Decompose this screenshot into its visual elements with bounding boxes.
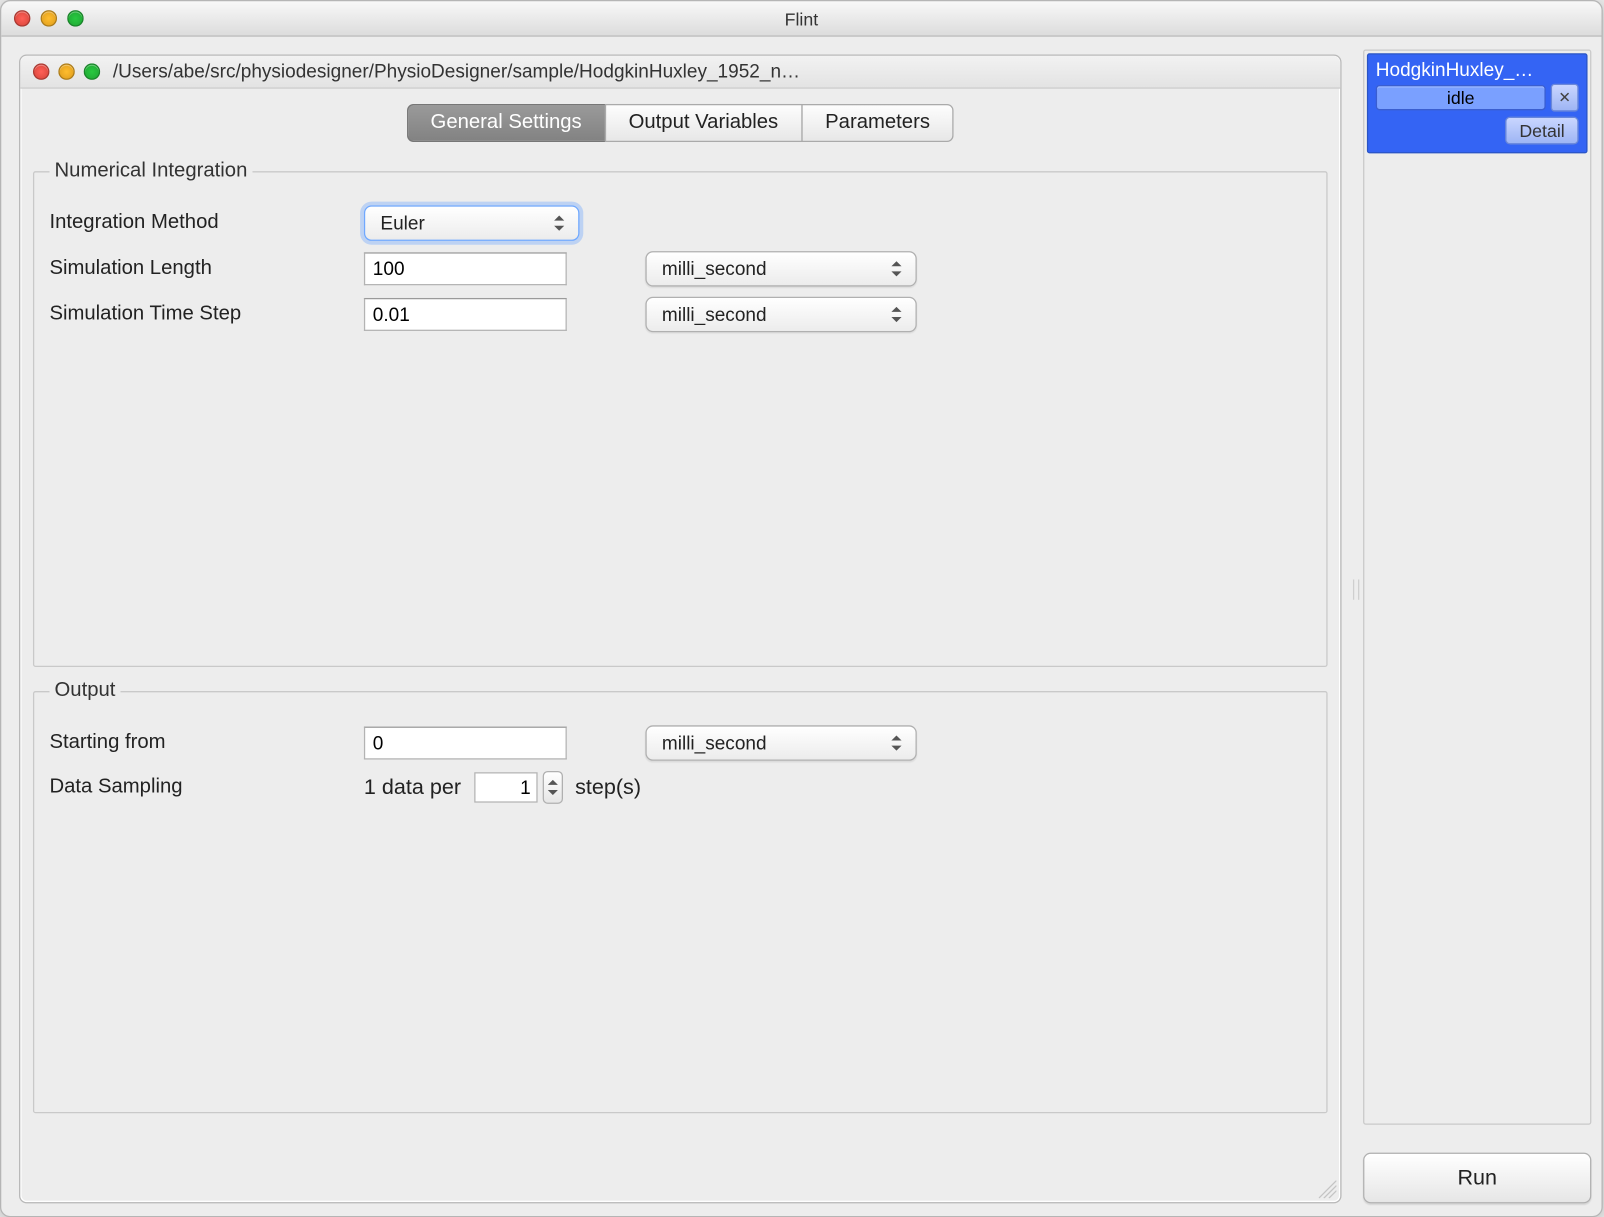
doc-zoom-icon[interactable] — [84, 63, 100, 79]
close-window-icon[interactable] — [14, 10, 30, 26]
doc-minimize-icon[interactable] — [58, 63, 74, 79]
sim-length-label: Simulation Length — [49, 257, 341, 280]
job-status: idle — [1376, 85, 1546, 110]
job-detail-button[interactable]: Detail — [1505, 117, 1578, 145]
starting-from-label: Starting from — [49, 732, 341, 755]
group-legend: Output — [49, 680, 120, 703]
starting-from-input[interactable] — [364, 727, 567, 760]
close-icon: ✕ — [1558, 89, 1571, 107]
group-output: Output Starting from milli_second — [33, 680, 1328, 1114]
updown-icon — [885, 298, 908, 331]
sim-step-unit-value: milli_second — [662, 304, 767, 326]
updown-icon — [885, 252, 908, 285]
document-path: /Users/abe/src/physiodesigner/PhysioDesi… — [113, 61, 1328, 83]
job-close-button[interactable]: ✕ — [1551, 84, 1579, 112]
tab-general-settings[interactable]: General Settings — [406, 104, 605, 142]
integration-method-label: Integration Method — [49, 212, 341, 235]
tab-parameters[interactable]: Parameters — [801, 104, 954, 142]
data-sampling-suffix: step(s) — [575, 775, 641, 800]
run-button[interactable]: Run — [1363, 1153, 1591, 1204]
group-numerical-integration: Numerical Integration Integration Method… — [33, 160, 1328, 667]
starting-from-unit-value: milli_second — [662, 732, 767, 754]
jobs-list: HodgkinHuxley_… idle ✕ Detail — [1363, 49, 1591, 1124]
minimize-window-icon[interactable] — [41, 10, 57, 26]
main-window: Flint /Users/abe/src/physiodesigner/Phys… — [0, 0, 1603, 1217]
zoom-window-icon[interactable] — [67, 10, 83, 26]
data-sampling-label: Data Sampling — [49, 776, 341, 799]
doc-close-icon[interactable] — [33, 63, 49, 79]
starting-from-unit-select[interactable]: milli_second — [645, 725, 916, 761]
resize-handle-icon[interactable] — [1319, 1181, 1337, 1199]
tab-output-variables[interactable]: Output Variables — [604, 104, 802, 142]
document-window: /Users/abe/src/physiodesigner/PhysioDesi… — [19, 55, 1342, 1204]
splitter-handle[interactable] — [1352, 37, 1358, 1216]
side-panel: HodgkinHuxley_… idle ✕ Detail Run — [1358, 37, 1601, 1216]
data-sampling-stepper[interactable] — [542, 771, 562, 804]
job-title: HodgkinHuxley_… — [1376, 60, 1579, 84]
updown-icon — [548, 207, 571, 240]
sim-length-unit-value: milli_second — [662, 258, 767, 280]
data-sampling-input[interactable] — [474, 772, 537, 802]
integration-method-value: Euler — [380, 212, 424, 234]
sim-step-label: Simulation Time Step — [49, 303, 341, 326]
tab-bar: General Settings Output Variables Parame… — [20, 104, 1340, 142]
window-title: Flint — [1, 8, 1601, 28]
document-titlebar[interactable]: /Users/abe/src/physiodesigner/PhysioDesi… — [20, 56, 1340, 89]
titlebar[interactable]: Flint — [1, 1, 1601, 37]
data-sampling-prefix: 1 data per — [364, 775, 461, 800]
integration-method-select[interactable]: Euler — [364, 205, 580, 241]
main-area: /Users/abe/src/physiodesigner/PhysioDesi… — [1, 37, 1351, 1216]
updown-icon — [885, 727, 908, 760]
group-legend: Numerical Integration — [49, 160, 252, 183]
job-card[interactable]: HodgkinHuxley_… idle ✕ Detail — [1367, 53, 1588, 153]
sim-step-unit-select[interactable]: milli_second — [645, 297, 916, 333]
sim-step-input[interactable] — [364, 298, 567, 331]
sim-length-unit-select[interactable]: milli_second — [645, 251, 916, 287]
sim-length-input[interactable] — [364, 252, 567, 285]
window-controls — [1, 10, 83, 26]
